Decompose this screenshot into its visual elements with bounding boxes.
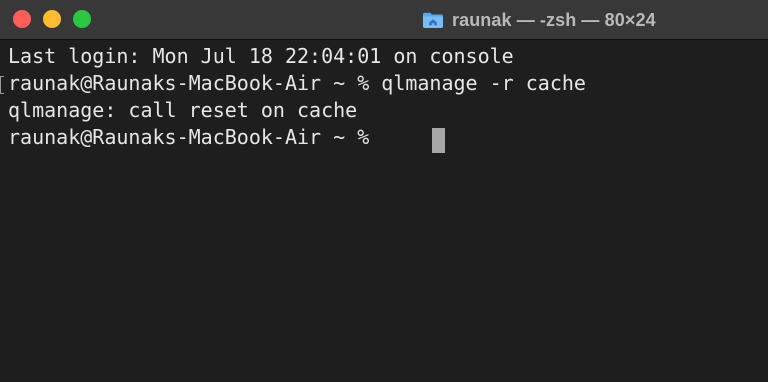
terminal-line: raunak@Raunaks-MacBook-Air ~ % (8, 125, 382, 149)
minimize-button[interactable] (43, 10, 61, 28)
terminal-content[interactable]: Last login: Mon Jul 18 22:04:01 on conso… (0, 40, 768, 382)
terminal-line: qlmanage: call reset on cache (8, 98, 358, 122)
zoom-button[interactable] (73, 10, 91, 28)
terminal-line: raunak@Raunaks-MacBook-Air ~ % qlmanage … (8, 71, 586, 95)
terminal-line: Last login: Mon Jul 18 22:04:01 on conso… (8, 44, 514, 68)
close-button[interactable] (13, 10, 31, 28)
title-bar[interactable]: raunak — -zsh — 80×24 (0, 0, 768, 40)
window-title-area: raunak — -zsh — 80×24 (422, 0, 656, 40)
window-title: raunak — -zsh — 80×24 (452, 9, 656, 30)
terminal-window: raunak — -zsh — 80×24 Last login: Mon Ju… (0, 0, 768, 382)
home-folder-icon (423, 12, 443, 28)
prompt-mark-icon (0, 76, 4, 94)
text-cursor (432, 128, 445, 153)
